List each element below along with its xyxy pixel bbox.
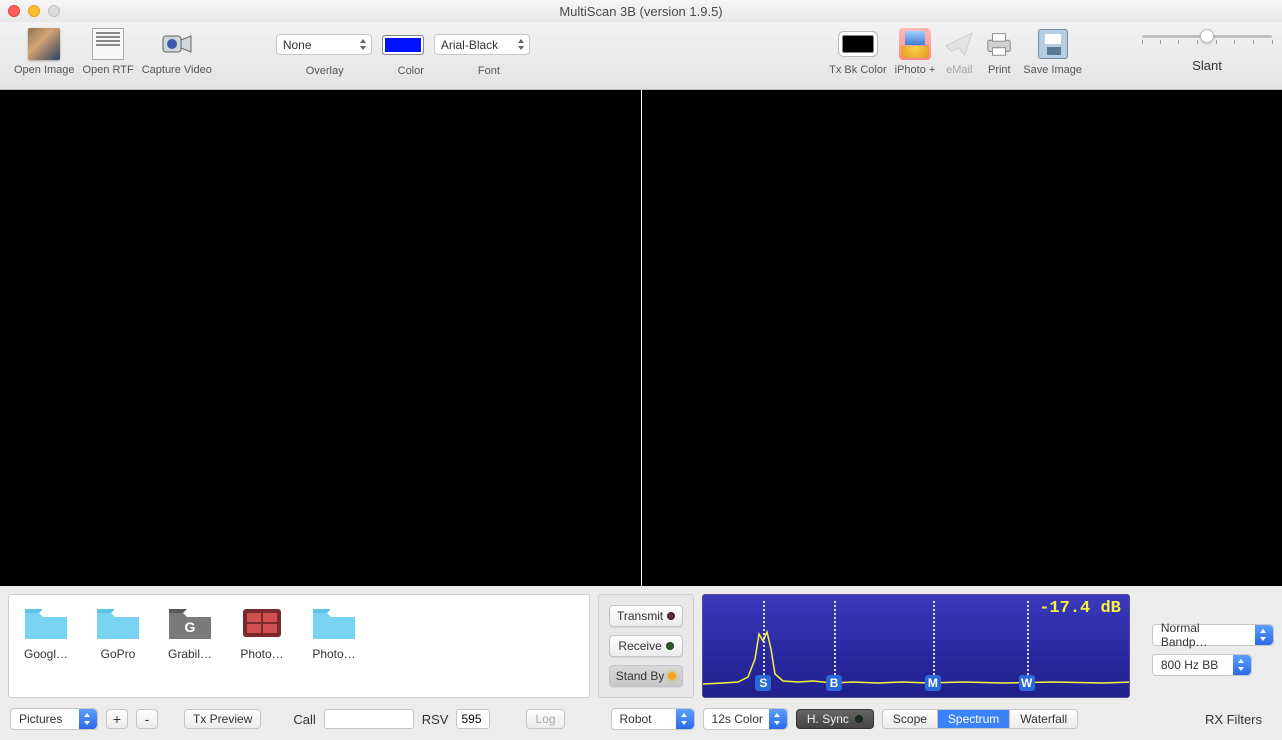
seg-spectrum[interactable]: Spectrum <box>938 710 1010 728</box>
led-icon <box>668 672 676 680</box>
folder-icon <box>95 605 141 641</box>
overlay-controls: None Arial-Black Overlay Color Font <box>276 28 530 77</box>
color-label: Color <box>398 65 424 77</box>
viewer-left[interactable] <box>0 90 641 586</box>
bottom-bar: Pictures + - Tx Preview Call RSV Log Rob… <box>0 698 1282 730</box>
rsv-input[interactable] <box>456 709 490 729</box>
source-select[interactable]: Pictures <box>10 708 98 730</box>
tx-bk-color-button[interactable]: Tx Bk Color <box>829 28 886 76</box>
db-readout: -17.4 dB <box>1039 599 1121 618</box>
call-input[interactable] <box>324 709 414 729</box>
spectrum-marker: S <box>755 675 771 691</box>
paper-plane-icon <box>943 28 975 60</box>
email-button[interactable]: eMail <box>943 28 975 76</box>
slider-thumb-icon[interactable] <box>1200 29 1214 43</box>
tx-preview-button[interactable]: Tx Preview <box>184 709 261 729</box>
folder-item[interactable]: GoPro <box>89 605 147 661</box>
filter-mode-select[interactable]: Normal Bandp… <box>1152 624 1274 646</box>
window-title: MultiScan 3B (version 1.9.5) <box>0 4 1282 19</box>
filter-bw-select[interactable]: 800 Hz BB <box>1152 654 1252 676</box>
standby-button[interactable]: Stand By <box>609 665 683 687</box>
spectrum-display[interactable]: -17.4 dB S B M W <box>702 594 1130 698</box>
remove-button[interactable]: - <box>136 709 158 729</box>
folder-item[interactable]: G Grabil… <box>161 605 219 661</box>
viewer-right[interactable] <box>642 90 1282 586</box>
font-label: Font <box>478 65 500 77</box>
viewers <box>0 90 1282 586</box>
hsync-button[interactable]: H. Sync <box>796 709 874 729</box>
document-icon <box>92 28 124 60</box>
font-select[interactable]: Arial-Black <box>434 34 530 55</box>
save-image-button[interactable]: Save Image <box>1023 28 1082 76</box>
thumbnails-panel: Googl… GoPro G Grabil… Photo… Photo… <box>8 594 590 698</box>
print-button[interactable]: Print <box>983 28 1015 76</box>
spectrum-marker: M <box>925 675 941 691</box>
transmit-button[interactable]: Transmit <box>609 605 683 627</box>
capture-video-button[interactable]: Capture Video <box>142 28 212 76</box>
led-icon <box>855 715 863 723</box>
color-well[interactable] <box>382 35 424 55</box>
photo-icon <box>28 28 60 60</box>
seg-waterfall[interactable]: Waterfall <box>1010 710 1077 728</box>
mode-b-select[interactable]: 12s Color <box>703 708 788 730</box>
lower-panel: Googl… GoPro G Grabil… Photo… Photo… Tra… <box>0 586 1282 740</box>
folder-icon <box>311 605 357 641</box>
overlay-label: Overlay <box>306 65 344 77</box>
log-button[interactable]: Log <box>526 709 564 729</box>
spectrum-marker: B <box>826 675 842 691</box>
photobooth-icon <box>239 605 285 641</box>
folder-item[interactable]: Googl… <box>17 605 75 661</box>
led-icon <box>667 612 675 620</box>
iphoto-icon <box>899 28 931 60</box>
mode-a-select[interactable]: Robot <box>611 708 695 730</box>
folder-item[interactable]: Photo… <box>233 605 291 661</box>
rsv-label: RSV <box>422 712 449 727</box>
folder-icon: G <box>167 605 213 641</box>
add-button[interactable]: + <box>106 709 128 729</box>
rx-filters-panel: Normal Bandp… 800 Hz BB <box>1152 624 1274 698</box>
view-segmented[interactable]: Scope Spectrum Waterfall <box>882 709 1078 729</box>
seg-scope[interactable]: Scope <box>883 710 938 728</box>
led-icon <box>666 642 674 650</box>
titlebar: MultiScan 3B (version 1.9.5) <box>0 0 1282 22</box>
svg-text:G: G <box>185 619 196 635</box>
iphoto-button[interactable]: iPhoto + <box>895 28 936 76</box>
overlay-select[interactable]: None <box>276 34 372 55</box>
camera-icon <box>161 28 193 60</box>
open-rtf-button[interactable]: Open RTF <box>83 28 134 76</box>
rx-filters-label: RX Filters <box>1205 712 1262 727</box>
open-image-button[interactable]: Open Image <box>14 28 75 76</box>
spectrum-marker: W <box>1019 675 1035 691</box>
folder-item[interactable]: Photo… <box>305 605 363 661</box>
folder-icon <box>23 605 69 641</box>
floppy-icon <box>1038 29 1068 59</box>
printer-icon <box>983 28 1015 60</box>
receive-button[interactable]: Receive <box>609 635 683 657</box>
slant-slider[interactable]: Slant <box>1142 28 1272 73</box>
call-label: Call <box>293 712 315 727</box>
tx-rx-panel: Transmit Receive Stand By <box>598 594 694 698</box>
black-swatch-icon <box>842 35 874 53</box>
toolbar: Open Image Open RTF Capture Video None A… <box>0 22 1282 90</box>
